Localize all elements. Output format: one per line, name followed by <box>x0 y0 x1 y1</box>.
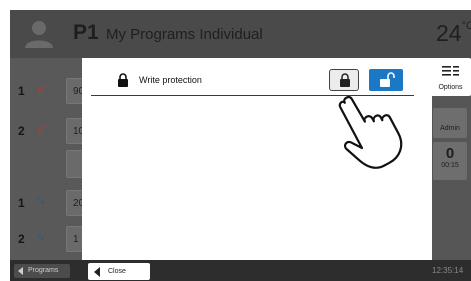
step-row[interactable]: 2 ➘ 1 <box>10 222 92 258</box>
options-icon <box>442 66 459 76</box>
write-protection-row: Write protection <box>91 67 414 96</box>
lock-icon <box>118 73 128 87</box>
lock-open-icon <box>380 72 395 87</box>
step-number: 2 <box>18 232 25 246</box>
temperature-display: 24°C <box>436 20 471 46</box>
device-frame: P1 My Programs Individual 24°C 1 ➶ 90 2 … <box>0 0 471 281</box>
blue-arrow-icon: ➘ <box>36 194 47 208</box>
write-protection-label: Write protection <box>139 75 202 85</box>
options-label: Options <box>438 84 463 91</box>
clock: 12:35:14 <box>432 266 464 275</box>
step-row[interactable]: 2 ➶ 10 <box>10 114 92 150</box>
header-bar: P1 My Programs Individual 24°C <box>10 10 471 58</box>
step-row[interactable]: 1 ➶ 90 <box>10 74 92 110</box>
blue-arrow-icon: ➘ <box>36 230 47 244</box>
admin-button[interactable]: Admin <box>433 108 467 138</box>
programs-button[interactable]: Programs <box>14 264 70 278</box>
write-protection-unlock-button[interactable] <box>369 69 403 91</box>
program-code: P1 <box>73 21 99 44</box>
step-number: 2 <box>18 124 25 138</box>
programs-label: Programs <box>28 267 59 274</box>
timer-value: 0 <box>445 145 455 162</box>
arrow-left-icon <box>18 267 23 275</box>
options-tab[interactable]: Options <box>430 58 471 96</box>
close-button[interactable]: Close <box>88 263 150 280</box>
step-number: 1 <box>18 84 25 98</box>
dialog-footer: Close <box>82 260 432 281</box>
close-label: Close <box>108 268 126 275</box>
options-dialog: Write protection <box>82 58 432 260</box>
program-title: My Programs Individual <box>106 26 263 43</box>
timer-time: 00:15 <box>441 162 459 169</box>
touch-screen: P1 My Programs Individual 24°C 1 ➶ 90 2 … <box>10 10 471 281</box>
step-number: 1 <box>18 196 25 210</box>
admin-label: Admin <box>440 125 460 132</box>
lock-closed-icon <box>340 73 350 87</box>
user-avatar-icon[interactable] <box>20 18 58 50</box>
red-arrow-icon: ➶ <box>36 82 47 96</box>
red-arrow-icon: ➶ <box>36 122 47 136</box>
arrow-left-icon <box>94 267 100 277</box>
step-row[interactable]: 1 ➘ 20 <box>10 186 92 222</box>
write-protection-lock-button[interactable] <box>329 69 359 91</box>
timer-button[interactable]: 0 00:15 <box>433 142 467 180</box>
